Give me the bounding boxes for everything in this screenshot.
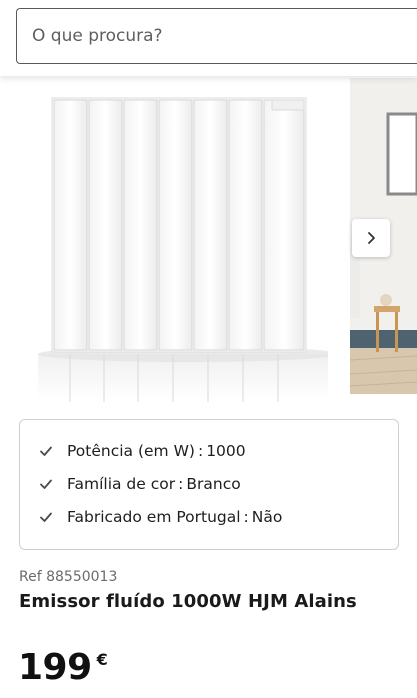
search-placeholder: O que procura? <box>32 26 163 46</box>
spec-row: Fabricado em Portugal : Não <box>39 500 398 533</box>
price-value: 199 <box>18 647 92 688</box>
spec-value: Não <box>251 507 283 526</box>
spec-label: Família de cor <box>67 474 176 493</box>
check-icon <box>39 444 67 458</box>
check-icon <box>39 477 67 491</box>
specs-card: Potência (em W) : 1000 Família de cor : … <box>19 419 399 550</box>
spec-value: 1000 <box>206 441 246 460</box>
product-image-carousel[interactable] <box>0 76 417 406</box>
product-title: Emissor fluído 1000W HJM Alains <box>19 591 357 612</box>
spec-separator: : <box>243 507 249 526</box>
product-ref: Ref 88550013 <box>19 569 118 585</box>
product-image[interactable] <box>28 92 328 402</box>
spec-label: Potência (em W) <box>67 441 195 460</box>
spec-value: Branco <box>186 474 241 493</box>
search-input[interactable]: O que procura? <box>16 8 417 64</box>
spec-row: Potência (em W) : 1000 <box>39 434 398 467</box>
check-icon <box>39 510 67 524</box>
chevron-right-icon <box>368 232 375 244</box>
search-header: O que procura? <box>0 0 417 76</box>
spec-row: Família de cor : Branco <box>39 467 398 500</box>
spec-label: Fabricado em Portugal <box>67 507 241 526</box>
product-price: 199 € <box>18 648 108 688</box>
spec-separator: : <box>197 441 204 460</box>
next-image-button[interactable] <box>352 219 390 257</box>
price-currency: € <box>96 650 108 669</box>
spec-separator: : <box>178 474 184 493</box>
